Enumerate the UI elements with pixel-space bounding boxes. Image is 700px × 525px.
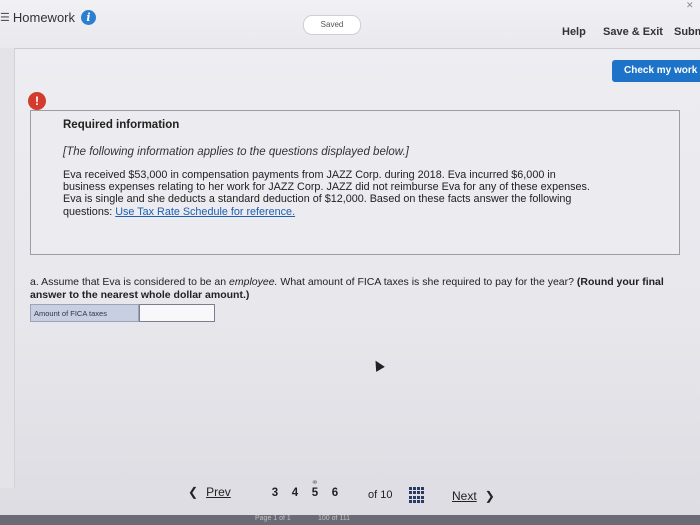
body-line-2: business expenses relating to her work f… — [63, 181, 590, 194]
info-icon[interactable]: i — [81, 10, 96, 25]
body-line-1: Eva received $53,000 in compensation pay… — [63, 169, 556, 181]
body-line-3: Eva is single and she deducts a standard… — [63, 193, 572, 206]
next-label: Next — [452, 489, 477, 503]
next-button[interactable]: Next ❯ — [452, 489, 495, 503]
chevron-right-icon: ❯ — [484, 489, 495, 503]
mouse-cursor-icon — [371, 358, 385, 372]
homework-title-text: Homework — [12, 10, 75, 25]
page-total: of 10 — [368, 489, 393, 501]
page-5[interactable]: 5 — [308, 487, 322, 499]
fica-amount-input[interactable] — [139, 304, 215, 322]
pager: ❮ Prev ⚭ 3 4 5 6 of 10 Next ❯ — [180, 477, 520, 517]
left-rail — [0, 48, 15, 488]
help-link[interactable]: Help — [562, 26, 586, 38]
page-3[interactable]: 3 — [268, 487, 282, 499]
question-middle: What amount of FICA taxes is she require… — [277, 276, 577, 288]
prev-label: Prev — [206, 485, 231, 499]
close-icon[interactable]: ✕ — [686, 0, 694, 11]
required-info-body: Eva received $53,000 in compensation pay… — [63, 169, 663, 218]
required-info-subtitle: [The following information applies to th… — [63, 146, 409, 158]
question-prefix: a. Assume that Eva is considered to be a… — [30, 276, 230, 288]
question-emphasis: employee. — [229, 276, 278, 288]
page-numbers: 3 4 5 6 — [268, 487, 342, 499]
check-my-work-button[interactable]: Check my work — [612, 60, 700, 82]
answer-row: Amount of FICA taxes — [30, 304, 215, 322]
footer-count: 100 of 111 — [318, 515, 351, 522]
save-exit-link[interactable]: Save & Exit — [603, 26, 663, 38]
body-line-4: questions: Use Tax Rate Schedule for ref… — [63, 206, 663, 218]
grid-view-icon[interactable] — [409, 487, 425, 503]
chevron-left-icon: ❮ — [188, 485, 199, 499]
menu-icon[interactable]: ☰ — [0, 11, 10, 24]
saved-indicator: Saved — [303, 15, 361, 35]
homework-screen: ☰ Homework i Saved Help Save & Exit Subm… — [0, 0, 700, 525]
tax-rate-schedule-link[interactable]: Use Tax Rate Schedule for reference. — [115, 206, 295, 218]
prev-button[interactable]: ❮ Prev — [188, 485, 231, 499]
page-4[interactable]: 4 — [288, 487, 302, 499]
footer-page-indicator: Page 1 of 1 — [255, 515, 291, 522]
homework-title: ☰ Homework i — [0, 10, 96, 25]
top-bar: ☰ Homework i Saved Help Save & Exit Subm… — [0, 0, 700, 49]
question-a: a. Assume that Eva is considered to be a… — [30, 276, 690, 301]
required-info-title: Required information — [63, 119, 180, 131]
submit-link[interactable]: Subm — [674, 26, 700, 38]
page-6[interactable]: 6 — [328, 487, 342, 499]
body-line-4-prefix: questions: — [63, 205, 116, 218]
alert-icon: ! — [28, 92, 46, 110]
answer-label: Amount of FICA taxes — [30, 304, 139, 322]
